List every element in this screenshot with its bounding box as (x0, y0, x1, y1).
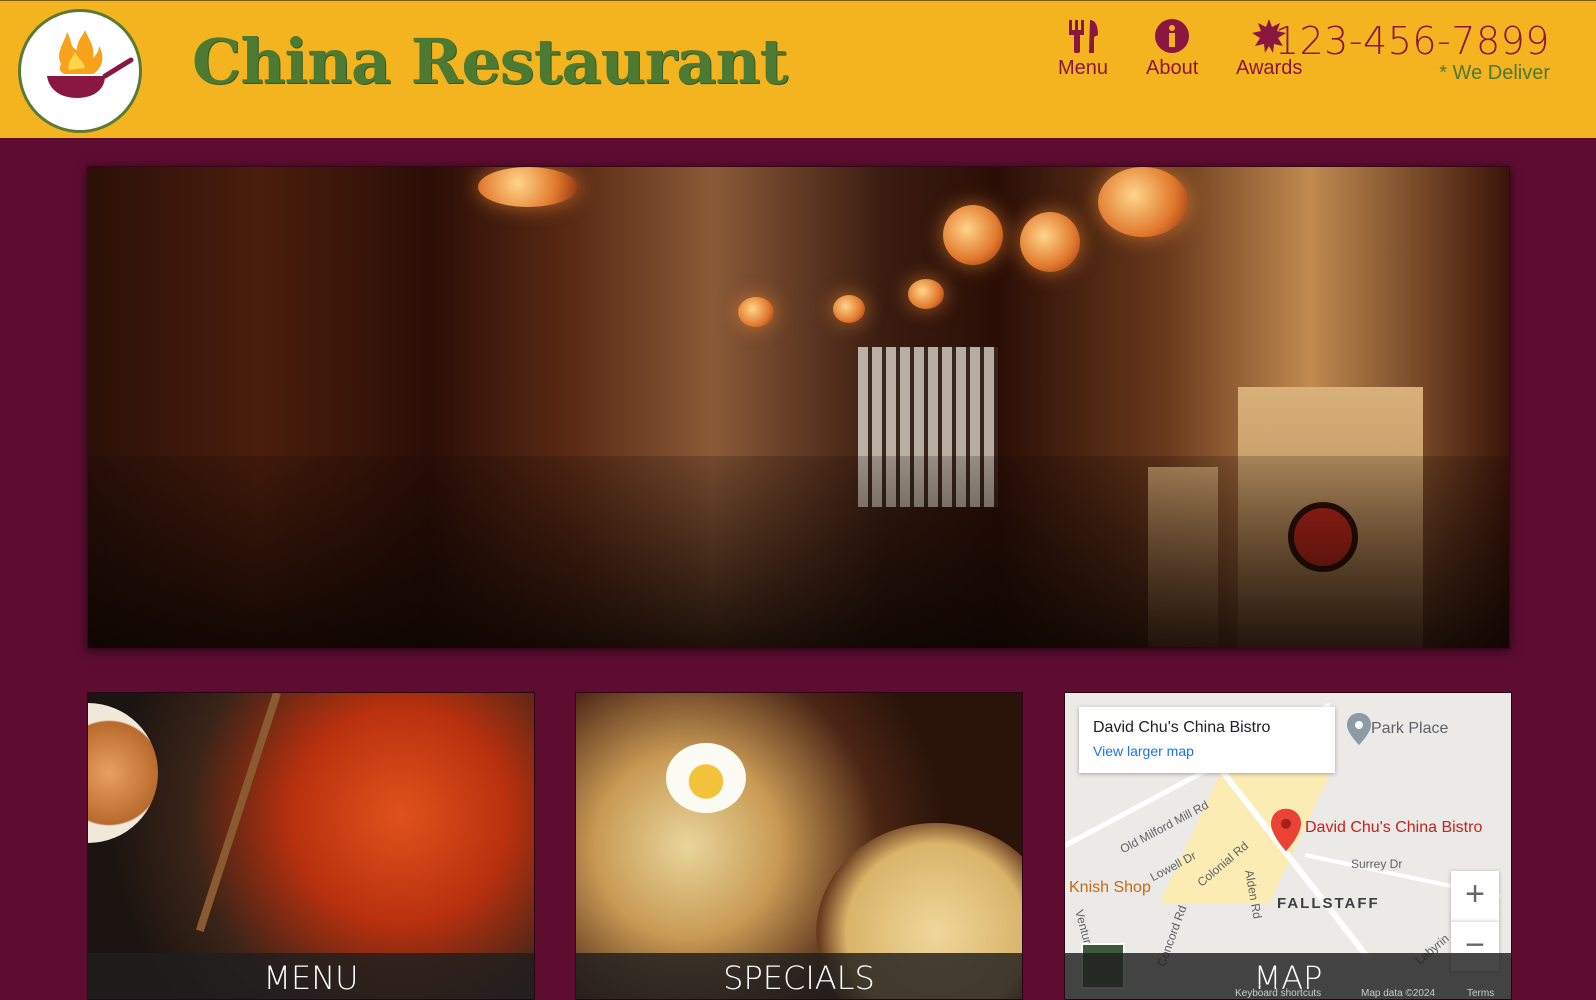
fallstaff-label: FALLSTAFF (1277, 895, 1380, 912)
lantern (478, 167, 578, 207)
wok-flame-icon (47, 30, 134, 98)
lantern (738, 297, 774, 327)
nav-about[interactable]: About (1146, 19, 1198, 80)
lantern (833, 295, 865, 323)
road-label: Ventur (1072, 908, 1095, 946)
egg (666, 743, 746, 813)
park-place-label: Park Place (1371, 720, 1449, 737)
lantern (943, 205, 1003, 265)
zoom-in-button[interactable]: + (1451, 871, 1499, 921)
menu-card-label: MENU (88, 953, 534, 999)
map-marker-icon[interactable] (1271, 808, 1301, 852)
site-header: China Restaurant Menu About Awards 123-4… (0, 0, 1596, 138)
knish-shop-label: Knish Shop (1069, 879, 1151, 896)
nav-about-label: About (1146, 57, 1199, 79)
sauce-bowl (88, 703, 158, 843)
map-data-credit: Map data ©2024 (1361, 988, 1436, 999)
deliver-note: * We Deliver (1439, 62, 1550, 84)
road-label: Surrey Dr (1351, 857, 1403, 871)
map-card[interactable]: David Chu's China Bistro View larger map… (1064, 692, 1512, 1000)
phone-number[interactable]: 123-456-7899 (1275, 19, 1550, 63)
map-infobox: David Chu's China Bistro View larger map (1079, 707, 1335, 773)
view-larger-map-link[interactable]: View larger map (1093, 743, 1321, 759)
utensils-icon (1069, 20, 1099, 53)
info-icon (1155, 19, 1190, 53)
specials-card-label: SPECIALS (576, 953, 1022, 999)
map-pin-label: David Chu's China Bistro (1305, 819, 1483, 836)
lantern (908, 279, 944, 309)
floor-shadow (88, 455, 1509, 648)
menu-card[interactable]: MENU (87, 692, 535, 1000)
terms-link[interactable]: Terms (1467, 988, 1494, 999)
specials-card[interactable]: SPECIALS (575, 692, 1023, 1000)
logo[interactable] (18, 9, 142, 133)
location-pin-icon (1347, 713, 1371, 745)
lantern (1020, 212, 1080, 272)
brand-title[interactable]: China Restaurant (192, 25, 788, 98)
hero-restaurant-interior-image (87, 166, 1510, 649)
keyboard-shortcuts-link[interactable]: Keyboard shortcuts (1235, 988, 1321, 999)
nav-menu-label: Menu (1058, 57, 1109, 79)
nav-menu[interactable]: Menu (1058, 19, 1108, 80)
lantern (1098, 167, 1188, 237)
chopstick (195, 693, 281, 933)
map-place-name: David Chu's China Bistro (1093, 719, 1271, 736)
